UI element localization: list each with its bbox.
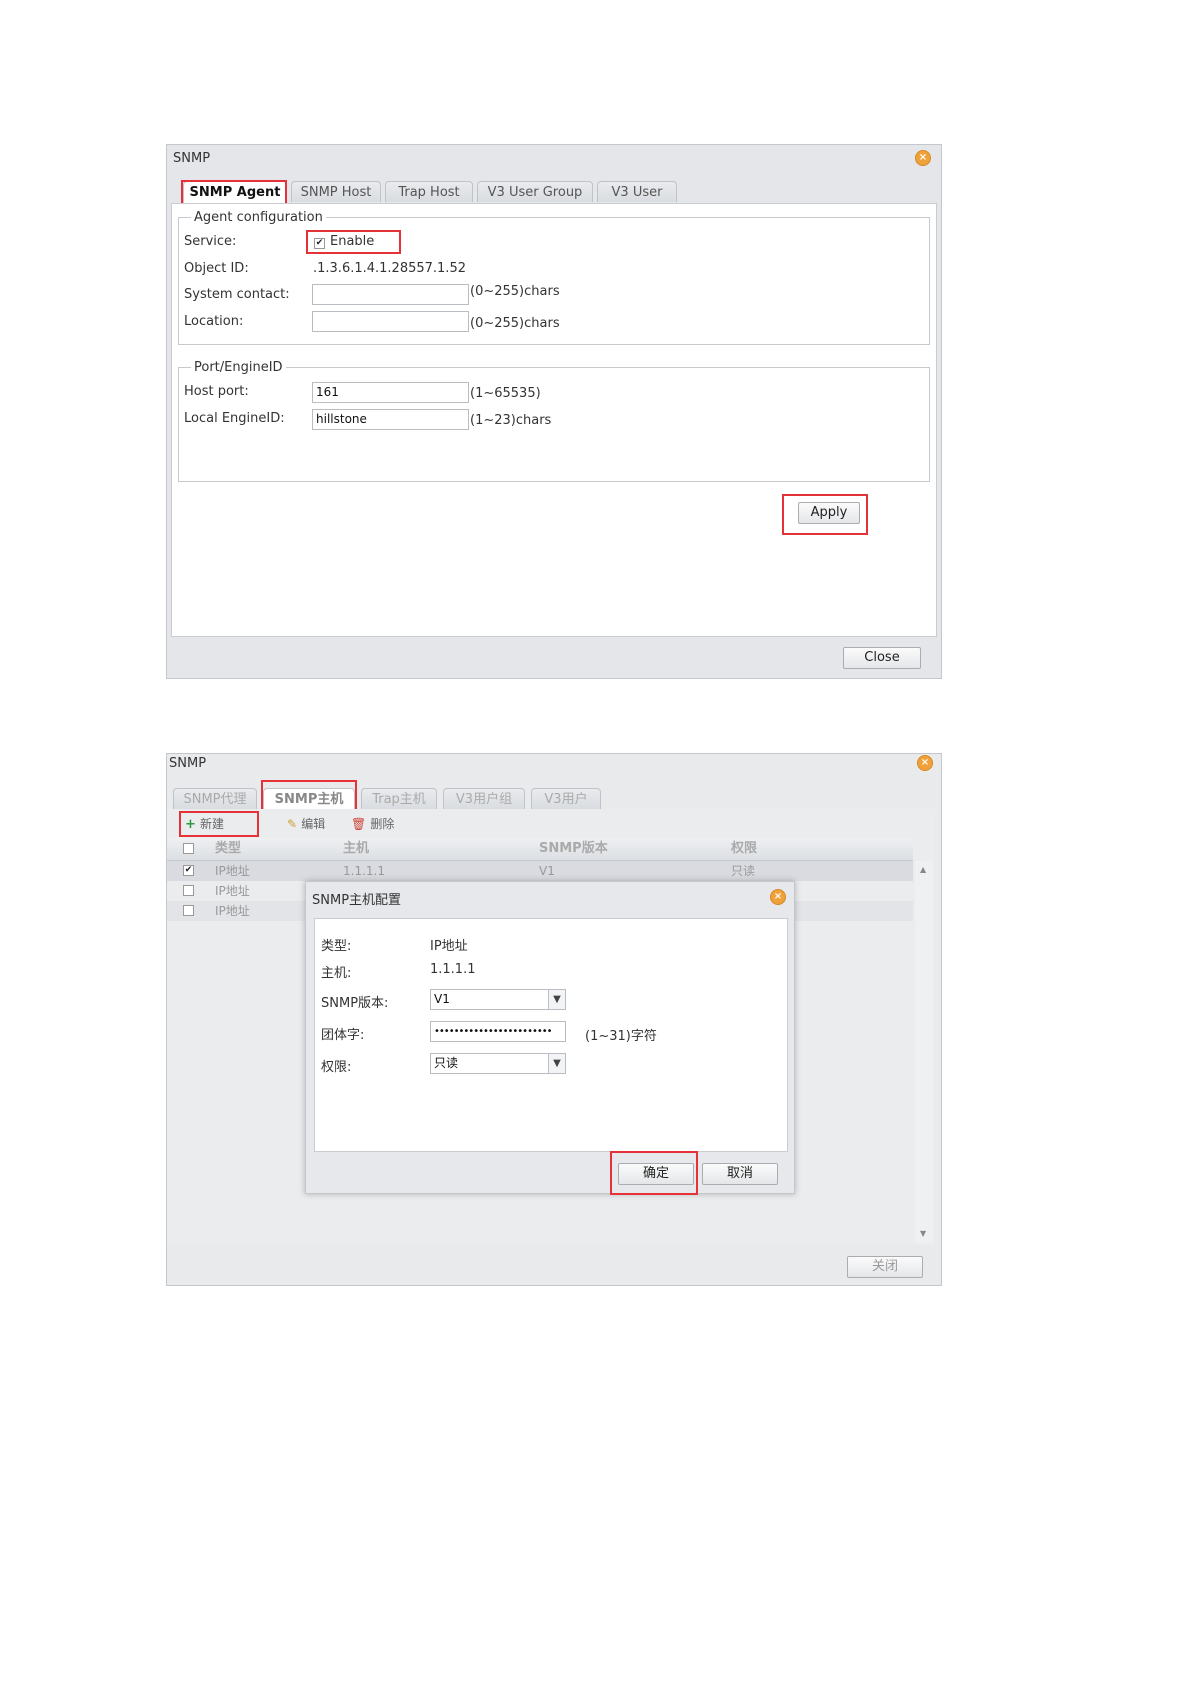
local-engineid-input[interactable]: hillstone: [312, 409, 469, 430]
host-port-hint: (1~65535): [470, 386, 541, 401]
highlight-box: [306, 230, 401, 254]
cell-type: IP地址: [215, 904, 250, 918]
port-engineid-fieldset: Port/EngineID: [178, 360, 930, 482]
host-label: 主机:: [321, 966, 352, 981]
cell-host: 1.1.1.1: [343, 864, 385, 878]
community-input[interactable]: ••••••••••••••••••••••••: [430, 1021, 566, 1042]
scrollbar[interactable]: ▲ ▼: [915, 861, 933, 1243]
highlight-box: [610, 1151, 698, 1195]
tab-snmp-host[interactable]: SNMP Host: [291, 181, 381, 202]
select-all-checkbox[interactable]: [183, 843, 194, 854]
tab-trap-host[interactable]: Trap主机: [361, 788, 437, 809]
highlight-box: [181, 180, 287, 205]
dialog-title: SNMP主机配置: [312, 893, 402, 908]
close-icon[interactable]: ×: [917, 755, 933, 771]
tab-v3-user[interactable]: V3用户: [531, 788, 601, 809]
close-button[interactable]: 关闭: [847, 1256, 923, 1278]
cell-version: V1: [539, 864, 555, 878]
permission-select[interactable]: 只读 ▼: [430, 1053, 566, 1074]
host-port-label: Host port:: [184, 384, 249, 399]
highlight-box: [179, 811, 259, 837]
column-header-version[interactable]: SNMP版本: [539, 838, 608, 860]
type-value: IP地址: [430, 939, 468, 954]
location-hint: (0~255)chars: [470, 316, 560, 331]
delete-label: 删除: [370, 817, 395, 831]
host-config-form: 类型: IP地址 主机: 1.1.1.1 SNMP版本: V1 ▼ 团体字: •…: [314, 918, 788, 1152]
system-contact-input[interactable]: [312, 284, 469, 305]
system-contact-label: System contact:: [184, 287, 290, 302]
port-engineid-legend: Port/EngineID: [194, 360, 283, 375]
host-value: 1.1.1.1: [430, 962, 476, 977]
row-checkbox[interactable]: ✔: [183, 865, 194, 876]
close-button[interactable]: Close: [843, 647, 921, 669]
snmp-version-value: V1: [434, 992, 450, 1006]
tab-content-panel: Agent configuration Service: ✔ Enable Ob…: [171, 203, 937, 637]
row-checkbox[interactable]: [183, 885, 194, 896]
scroll-up-icon[interactable]: ▲: [920, 865, 926, 874]
tab-v3-user-group[interactable]: V3 User Group: [477, 181, 593, 202]
table-row[interactable]: ✔ IP地址 1.1.1.1 V1 只读: [167, 861, 913, 881]
object-id-value: .1.3.6.1.4.1.28557.1.52: [313, 261, 466, 276]
agent-configuration-legend: Agent configuration: [194, 210, 323, 225]
tab-snmp-agent[interactable]: SNMP代理: [173, 788, 257, 809]
tab-trap-host[interactable]: Trap Host: [385, 181, 473, 202]
object-id-label: Object ID:: [184, 261, 249, 276]
location-input[interactable]: [312, 311, 469, 332]
dialog-title: SNMP: [173, 151, 211, 166]
tab-v3-user[interactable]: V3 User: [597, 181, 677, 202]
edit-icon: ✎: [287, 817, 298, 831]
toolbar: + 新建 ✎ 编辑 🗑 删除: [167, 809, 935, 837]
local-engineid-hint: (1~23)chars: [470, 413, 552, 428]
column-header-permission[interactable]: 权限: [731, 838, 757, 860]
type-label: 类型:: [321, 939, 352, 954]
snmp-version-label: SNMP版本:: [321, 996, 389, 1011]
cell-permission: 只读: [731, 864, 756, 878]
row-checkbox[interactable]: [183, 905, 194, 916]
close-icon[interactable]: ×: [770, 889, 786, 905]
community-label: 团体字:: [321, 1028, 365, 1043]
highlight-box: [782, 494, 868, 535]
grid-header: 类型 主机 SNMP版本 权限: [167, 838, 913, 861]
edit-button[interactable]: ✎ 编辑: [287, 815, 325, 833]
trash-icon: 🗑: [351, 817, 367, 831]
highlight-box: [261, 780, 357, 811]
tab-v3-user-group[interactable]: V3用户组: [443, 788, 525, 809]
column-header-host[interactable]: 主机: [343, 838, 369, 860]
system-contact-hint: (0~255)chars: [470, 284, 560, 299]
service-label: Service:: [184, 234, 237, 249]
chevron-down-icon[interactable]: ▼: [548, 1054, 565, 1073]
chevron-down-icon[interactable]: ▼: [548, 990, 565, 1009]
local-engineid-label: Local EngineID:: [184, 411, 285, 426]
snmp-version-select[interactable]: V1 ▼: [430, 989, 566, 1010]
host-port-input[interactable]: 161: [312, 382, 469, 403]
cancel-button[interactable]: 取消: [702, 1163, 778, 1185]
community-hint: (1~31)字符: [585, 1029, 657, 1044]
permission-label: 权限:: [321, 1060, 352, 1075]
cell-type: IP地址: [215, 884, 250, 898]
dialog-title: SNMP: [169, 756, 207, 771]
tab-bar: SNMP Agent SNMP Host Trap Host V3 User G…: [179, 181, 929, 204]
snmp-dialog-english: SNMP × SNMP Agent SNMP Host Trap Host V3…: [166, 144, 942, 679]
column-header-type[interactable]: 类型: [215, 838, 241, 860]
delete-button[interactable]: 🗑 删除: [351, 815, 394, 833]
close-icon[interactable]: ×: [915, 150, 931, 166]
snmp-host-config-dialog: SNMP主机配置 × 类型: IP地址 主机: 1.1.1.1 SNMP版本: …: [305, 881, 795, 1195]
permission-value: 只读: [434, 1056, 459, 1070]
scroll-down-icon[interactable]: ▼: [920, 1229, 926, 1238]
location-label: Location:: [184, 314, 244, 329]
cell-type: IP地址: [215, 864, 250, 878]
edit-label: 编辑: [301, 817, 326, 831]
